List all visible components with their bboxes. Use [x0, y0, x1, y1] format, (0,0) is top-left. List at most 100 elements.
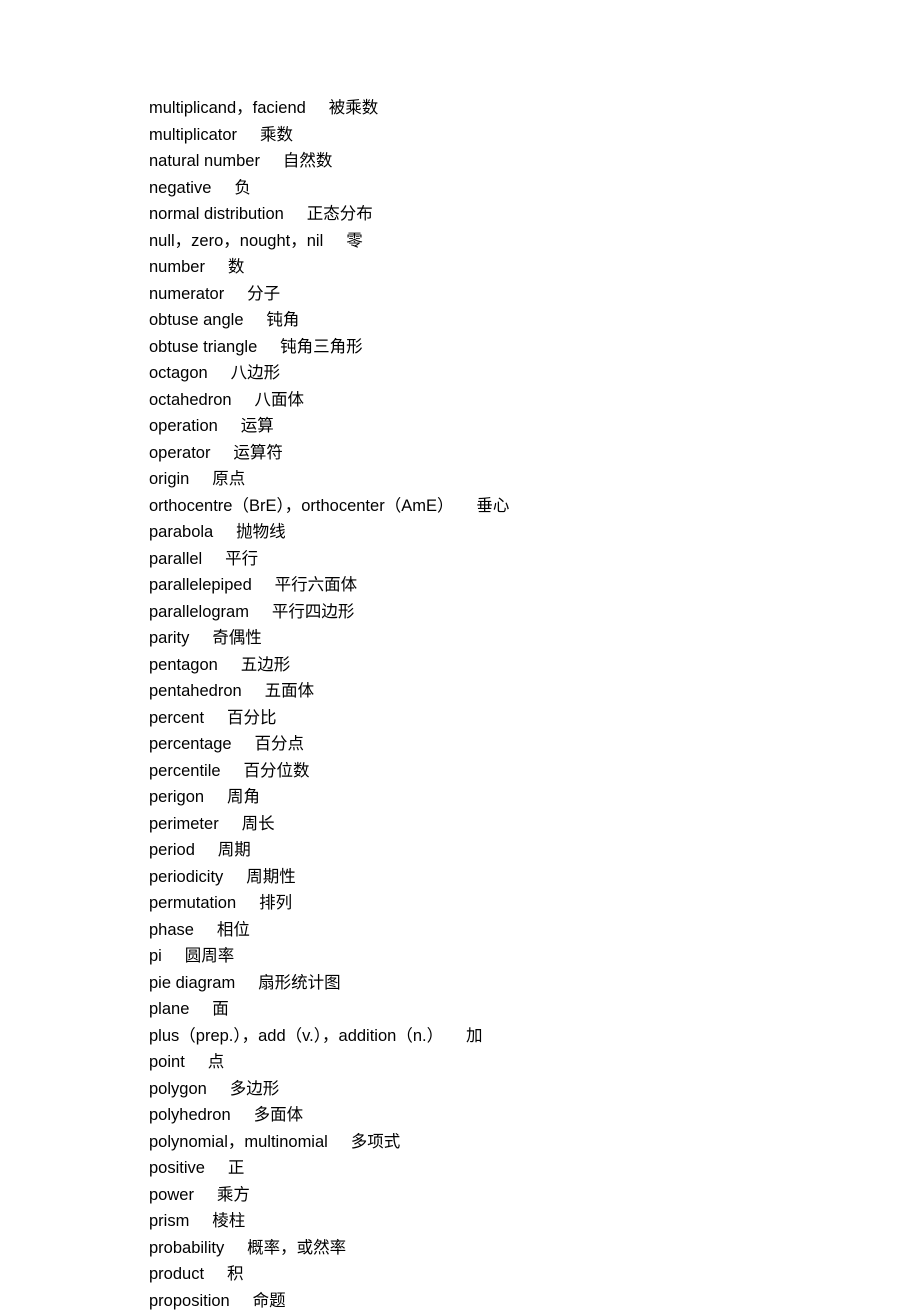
term-text: obtuse angle — [149, 311, 244, 329]
definition-text: 面 — [212, 999, 229, 1018]
term-text: operation — [149, 417, 218, 435]
glossary-entry: pi 圆周率 — [149, 943, 769, 970]
glossary-entry: polyhedron 多面体 — [149, 1102, 769, 1129]
definition-text: 乘数 — [260, 125, 293, 144]
term-text: pi — [149, 947, 162, 965]
definition-text: 概率，或然率 — [247, 1238, 346, 1257]
glossary-entry: percentage 百分点 — [149, 731, 769, 758]
definition-text: 点 — [208, 1052, 225, 1071]
glossary-entry: number 数 — [149, 254, 769, 281]
term-text: polyhedron — [149, 1106, 231, 1124]
definition-text: 分子 — [247, 284, 280, 303]
term-text: probability — [149, 1239, 224, 1257]
definition-text: 运算 — [241, 416, 274, 435]
definition-text: 多项式 — [351, 1132, 401, 1151]
term-text: percentile — [149, 762, 221, 780]
term-text: point — [149, 1053, 185, 1071]
definition-text: 积 — [227, 1264, 244, 1283]
glossary-entry: parity 奇偶性 — [149, 625, 769, 652]
definition-text: 多边形 — [230, 1079, 280, 1098]
definition-text: 排列 — [259, 893, 292, 912]
definition-text: 奇偶性 — [212, 628, 262, 647]
definition-text: 平行六面体 — [275, 575, 358, 594]
definition-text: 五面体 — [265, 681, 315, 700]
glossary-entry: perimeter 周长 — [149, 811, 769, 838]
term-text: perigon — [149, 788, 204, 806]
glossary-entry: numerator 分子 — [149, 281, 769, 308]
term-text: parabola — [149, 523, 213, 541]
glossary-entry: prism 棱柱 — [149, 1208, 769, 1235]
glossary-entry: operator 运算符 — [149, 440, 769, 467]
definition-text: 周角 — [227, 787, 260, 806]
glossary-entry: polynomial，multinomial 多项式 — [149, 1129, 769, 1156]
term-text: plane — [149, 1000, 189, 1018]
definition-text: 正态分布 — [307, 204, 373, 223]
glossary-entry: point 点 — [149, 1049, 769, 1076]
term-text: phase — [149, 921, 194, 939]
glossary-entry: origin 原点 — [149, 466, 769, 493]
term-text: period — [149, 841, 195, 859]
definition-text: 圆周率 — [185, 946, 235, 965]
term-text: proposition — [149, 1292, 230, 1310]
glossary-entry: parallelogram 平行四边形 — [149, 599, 769, 626]
term-text: positive — [149, 1159, 205, 1177]
definition-text: 正 — [228, 1158, 245, 1177]
definition-text: 原点 — [212, 469, 245, 488]
definition-text: 加 — [466, 1026, 483, 1045]
term-text: number — [149, 258, 205, 276]
definition-text: 钝角三角形 — [280, 337, 363, 356]
definition-text: 五边形 — [241, 655, 291, 674]
term-text: natural number — [149, 152, 260, 170]
glossary-entry: percentile 百分位数 — [149, 758, 769, 785]
definition-text: 周期 — [218, 840, 251, 859]
term-text: multiplicator — [149, 126, 237, 144]
glossary-entry: positive 正 — [149, 1155, 769, 1182]
definition-text: 百分点 — [255, 734, 305, 753]
glossary-entry: power 乘方 — [149, 1182, 769, 1209]
term-text: multiplicand，faciend — [149, 99, 306, 117]
glossary-entry: null，zero，nought，nil 零 — [149, 228, 769, 255]
glossary-entry: plane 面 — [149, 996, 769, 1023]
glossary-entry: plus（prep.），add（v.），addition（n.） 加 — [149, 1023, 769, 1050]
glossary-entry: multiplicand，faciend 被乘数 — [149, 95, 769, 122]
term-text: obtuse triangle — [149, 338, 257, 356]
glossary-entry: probability 概率，或然率 — [149, 1235, 769, 1262]
term-text: percentage — [149, 735, 232, 753]
glossary-entry: pentahedron 五面体 — [149, 678, 769, 705]
term-text: prism — [149, 1212, 189, 1230]
definition-text: 负 — [234, 178, 251, 197]
glossary-entry: polygon 多边形 — [149, 1076, 769, 1103]
glossary-entry: orthocentre（BrE），orthocenter（AmE） 垂心 — [149, 493, 769, 520]
glossary-entry: natural number 自然数 — [149, 148, 769, 175]
definition-text: 周期性 — [246, 867, 296, 886]
definition-text: 数 — [228, 257, 245, 276]
term-text: negative — [149, 179, 211, 197]
glossary-entry: periodicity 周期性 — [149, 864, 769, 891]
glossary-entry: period 周期 — [149, 837, 769, 864]
term-text: null，zero，nought，nil — [149, 232, 323, 250]
glossary-entry: parallelepiped 平行六面体 — [149, 572, 769, 599]
definition-text: 八面体 — [255, 390, 305, 409]
glossary-entry: parabola 抛物线 — [149, 519, 769, 546]
term-text: operator — [149, 444, 210, 462]
definition-text: 百分位数 — [243, 761, 309, 780]
glossary-entry: octahedron 八面体 — [149, 387, 769, 414]
term-text: octagon — [149, 364, 208, 382]
document-page: multiplicand，faciend 被乘数 multiplicator 乘数… — [0, 0, 769, 1314]
definition-text: 扇形统计图 — [258, 973, 341, 992]
definition-text: 命题 — [253, 1291, 286, 1310]
term-text: power — [149, 1186, 194, 1204]
definition-text: 八边形 — [231, 363, 281, 382]
definition-text: 乘方 — [217, 1185, 250, 1204]
glossary-list: multiplicand，faciend 被乘数 multiplicator 乘数… — [149, 95, 769, 1314]
term-text: octahedron — [149, 391, 232, 409]
term-text: pie diagram — [149, 974, 235, 992]
definition-text: 运算符 — [233, 443, 283, 462]
definition-text: 周长 — [242, 814, 275, 833]
definition-text: 垂心 — [476, 496, 509, 515]
glossary-entry: perigon 周角 — [149, 784, 769, 811]
term-text: pentagon — [149, 656, 218, 674]
definition-text: 平行四边形 — [272, 602, 355, 621]
term-text: parity — [149, 629, 189, 647]
term-text: perimeter — [149, 815, 219, 833]
